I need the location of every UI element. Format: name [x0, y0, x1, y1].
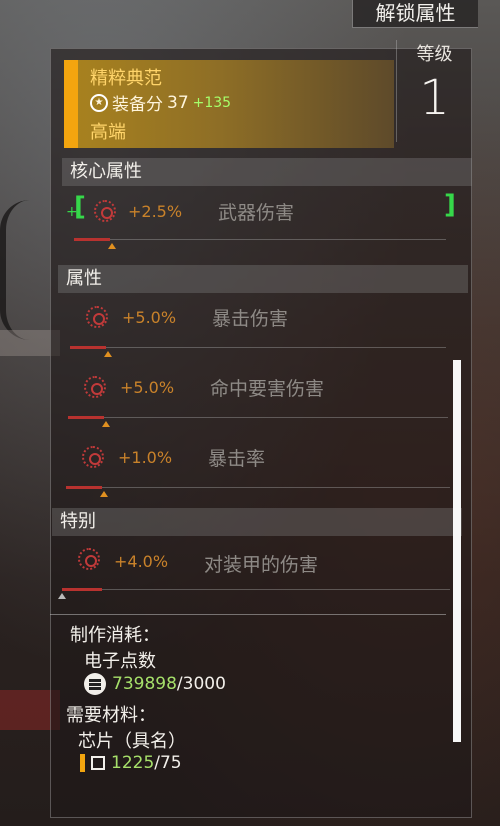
material-need: /75	[154, 753, 182, 773]
attribute-track	[62, 580, 450, 590]
attribute-value: +5.0%	[120, 378, 175, 397]
headshot-damage-icon	[84, 376, 106, 398]
chip-icon	[91, 756, 105, 770]
item-tier: 高端	[90, 122, 126, 143]
attribute-track	[70, 338, 446, 348]
attribute-name: 暴击率	[208, 448, 266, 470]
item-header: 精粹典范 ★ 装备分 37 +135 高端	[64, 60, 394, 148]
attribute-track	[74, 230, 446, 240]
attribute-track	[66, 478, 450, 488]
crafting-cost-title: 制作消耗：	[70, 625, 160, 646]
weapon-damage-icon	[94, 200, 116, 222]
attribute-name: 命中要害伤害	[210, 378, 325, 400]
attribute-row-weapon-damage[interactable]: + [ +2.5% 武器伤害 ]	[66, 190, 466, 260]
attribute-marker-icon	[100, 491, 108, 497]
gear-score: ★ 装备分 37 +135	[90, 90, 231, 115]
currency-name: 电子点数	[84, 651, 156, 672]
currency-need: /3000	[176, 674, 226, 694]
material-rarity-icon	[80, 754, 85, 772]
attribute-row-crit-chance[interactable]: +1.0% 暴击率	[58, 438, 458, 508]
attribute-name: 对装甲的伤害	[204, 554, 319, 576]
gear-score-label: 装备分	[112, 95, 163, 115]
gear-score-bonus: +135	[192, 94, 232, 111]
attribute-name: 暴击伤害	[212, 308, 289, 330]
unlock-attributes-button[interactable]: 解锁属性	[352, 0, 478, 28]
section-attributes: 属性	[58, 265, 468, 293]
attribute-marker-icon	[58, 593, 66, 599]
material-name: 芯片（具名）	[78, 731, 186, 752]
attribute-marker-icon	[104, 351, 112, 357]
gear-score-icon: ★	[90, 93, 108, 112]
level-label: 等级	[416, 44, 453, 65]
material-have: 1225	[111, 753, 155, 773]
crafting-cost-box: 制作消耗： 电子点数 739898/3000 需要材料： 芯片（具名） 1225…	[50, 614, 446, 814]
attribute-marker-icon	[108, 243, 116, 249]
attribute-fill	[68, 416, 104, 419]
attribute-value: +2.5%	[128, 202, 183, 221]
currency-have: 739898	[112, 674, 177, 694]
crit-damage-icon	[86, 306, 108, 328]
attribute-row-crit-damage[interactable]: +5.0% 暴击伤害	[62, 298, 462, 368]
section-special: 特别	[52, 508, 462, 536]
attribute-fill	[74, 238, 110, 241]
material-amount: 1225/75	[80, 753, 182, 773]
item-name: 精粹典范	[90, 68, 162, 89]
currency-amount: 739898/3000	[84, 673, 226, 695]
materials-title: 需要材料：	[66, 705, 156, 726]
armor-damage-icon	[78, 548, 100, 570]
selected-bracket-left-icon: [	[74, 192, 86, 222]
attribute-value: +5.0%	[122, 308, 177, 327]
attribute-row-armor-damage[interactable]: +4.0% 对装甲的伤害	[54, 540, 454, 610]
attribute-value: +4.0%	[114, 552, 169, 571]
attribute-row-headshot-damage[interactable]: +5.0% 命中要害伤害	[60, 368, 460, 438]
selected-bracket-right-icon: ]	[444, 190, 456, 220]
attribute-name: 武器伤害	[218, 202, 295, 224]
section-core-attributes: 核心属性	[62, 158, 472, 186]
level-value: 1	[419, 70, 450, 126]
attribute-marker-icon	[102, 421, 110, 427]
crit-chance-icon	[82, 446, 104, 468]
background-cable	[0, 200, 50, 340]
e-credit-icon	[84, 673, 106, 695]
attribute-value: +1.0%	[118, 448, 173, 467]
attribute-fill	[66, 486, 102, 489]
level-box: 等级 1	[396, 40, 472, 142]
attribute-track	[68, 408, 448, 418]
gear-score-value: 37	[167, 92, 189, 113]
attribute-fill	[62, 588, 102, 591]
scrollbar[interactable]	[453, 360, 461, 742]
attribute-fill	[70, 346, 106, 349]
